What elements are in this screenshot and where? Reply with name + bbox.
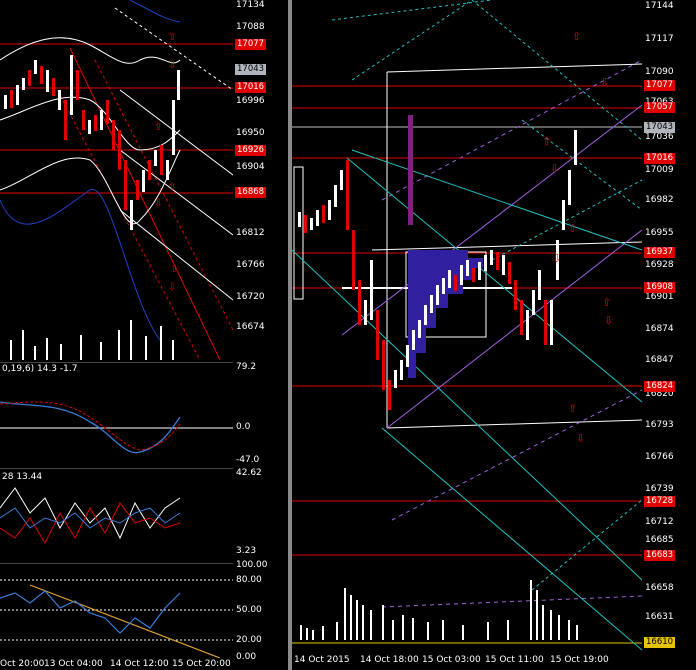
svg-text:⇧: ⇧ (170, 264, 178, 275)
right-main-plot[interactable]: ⇧ ⇩ ⇧ ⇩ ⇧ ⇩ ⇧ ⇩ ⇧ ⇩ (292, 0, 642, 654)
right-time-tick: 14 Oct 2015 (294, 655, 350, 665)
right-price-tick: 17117 (645, 34, 674, 44)
right-price-tick: 17090 (645, 67, 674, 77)
svg-text:⇩: ⇩ (154, 198, 162, 209)
right-price-tick: 16631 (645, 612, 674, 622)
indicator3-tick: 20.00 (236, 635, 262, 645)
right-price-tag: 16908 (644, 282, 676, 293)
left-price-tick: 16904 (236, 162, 265, 172)
right-price-tag: 16937 (644, 247, 676, 258)
right-time-tick: 14 Oct 18:00 (360, 655, 419, 665)
indicator1-tick: -47.0 (236, 455, 260, 465)
svg-text:⇧: ⇧ (568, 222, 577, 235)
svg-text:⇧: ⇧ (572, 30, 581, 43)
left-price-tag: 17016 (235, 82, 267, 93)
left-time-tick: 15 Oct 20:00 (172, 659, 231, 669)
indicator2-tick: 42.62 (236, 468, 262, 478)
left-chart-window[interactable]: ⇧ ⇩ ⇧ ⇧ ⇩ ⇧ ⇩ 0,19,6) 14.3 -1.7 28 13.44… (0, 0, 288, 670)
svg-text:⇩: ⇩ (168, 282, 176, 293)
right-volume-tag: 16610 (644, 637, 676, 648)
left-price-axis[interactable]: 17134 17088 16996 16950 16904 16812 1676… (233, 0, 288, 670)
left-arrow-up-1: ⇧ (168, 32, 176, 43)
right-price-tick: 16982 (645, 195, 674, 205)
svg-text:⇩: ⇩ (576, 432, 585, 445)
indicator3-tick: 0.00 (236, 652, 257, 662)
svg-text:⇧: ⇧ (568, 402, 577, 415)
right-price-tick: 16874 (645, 324, 674, 334)
right-price-tag: 16728 (644, 496, 676, 507)
left-price-tick: 17134 (236, 0, 265, 10)
svg-text:⇧: ⇧ (154, 122, 162, 133)
right-price-tag: 16683 (644, 550, 676, 561)
right-price-tick: 17036 (645, 132, 674, 142)
svg-text:⇩: ⇩ (600, 76, 609, 89)
indicator3-tick: 80.00 (236, 575, 262, 585)
right-price-tick: 17144 (645, 1, 674, 11)
right-price-tick: 16793 (645, 420, 674, 430)
svg-text:⇩: ⇩ (550, 162, 559, 175)
right-price-tag: 17057 (644, 102, 676, 113)
left-price-tag: 16868 (235, 187, 267, 198)
right-current-price-tag: 17043 (644, 122, 676, 133)
right-price-tick: 16928 (645, 260, 674, 270)
left-price-tick: 16996 (236, 96, 265, 106)
indicator1-tick: 0.0 (236, 422, 251, 432)
left-price-tick: 16950 (236, 128, 265, 138)
right-price-tick: 16658 (645, 583, 674, 593)
left-price-tick: 16674 (236, 322, 265, 332)
left-price-tick: 16766 (236, 260, 265, 270)
left-main-plot[interactable]: ⇧ ⇩ ⇧ ⇧ ⇩ ⇧ ⇩ (0, 0, 233, 360)
right-time-tick: 15 Oct 19:00 (550, 655, 609, 665)
left-price-tick: 16720 (236, 292, 265, 302)
right-price-tick: 17009 (645, 165, 674, 175)
indicator2-plot[interactable] (0, 468, 233, 562)
svg-text:⇧: ⇧ (168, 182, 176, 193)
right-price-tick: 16712 (645, 517, 674, 527)
right-price-tag: 16824 (644, 381, 676, 392)
left-price-tag: 16926 (235, 145, 267, 156)
left-time-tick: 14 Oct 12:00 (110, 659, 169, 669)
indicator3-tick: 100.00 (236, 560, 268, 570)
svg-text:⇩: ⇩ (552, 252, 561, 265)
left-price-tick: 17088 (236, 22, 265, 32)
left-current-price-tag: 17043 (235, 64, 267, 75)
indicator3-tick: 50.00 (236, 605, 262, 615)
indicator1-tick: 79.2 (236, 362, 257, 372)
right-price-tick: 16847 (645, 355, 674, 365)
right-price-tag: 17016 (644, 153, 676, 164)
indicator3-plot[interactable] (0, 563, 233, 658)
svg-text:⇩: ⇩ (604, 314, 613, 327)
right-price-axis[interactable]: 17144 17117 17090 17063 17036 17009 1698… (642, 0, 696, 670)
volume-profile (408, 115, 483, 378)
left-time-tick: 13 Oct 04:00 (44, 659, 103, 669)
right-price-tick: 16739 (645, 484, 674, 494)
right-price-tick: 16685 (645, 535, 674, 545)
right-price-tag: 17077 (644, 80, 676, 91)
left-time-tick: Oct 20:00 (0, 659, 45, 669)
right-price-tick: 16901 (645, 292, 674, 302)
indicator2-tick: 3.23 (236, 546, 257, 556)
svg-text:⇩: ⇩ (168, 60, 176, 71)
svg-text:⇧: ⇧ (602, 296, 611, 309)
svg-text:⇧: ⇧ (542, 135, 551, 148)
indicator1-plot[interactable] (0, 362, 233, 466)
right-time-tick: 15 Oct 11:00 (485, 655, 544, 665)
right-chart-window[interactable]: ⇧ ⇩ ⇧ ⇩ ⇧ ⇩ ⇧ ⇩ ⇧ ⇩ 17144 17117 17090 17… (292, 0, 696, 670)
right-price-tick: 16955 (645, 228, 674, 238)
left-price-tag: 17077 (235, 39, 267, 50)
right-time-tick: 15 Oct 03:00 (422, 655, 481, 665)
right-price-tick: 16766 (645, 452, 674, 462)
left-price-tick: 16812 (236, 228, 265, 238)
